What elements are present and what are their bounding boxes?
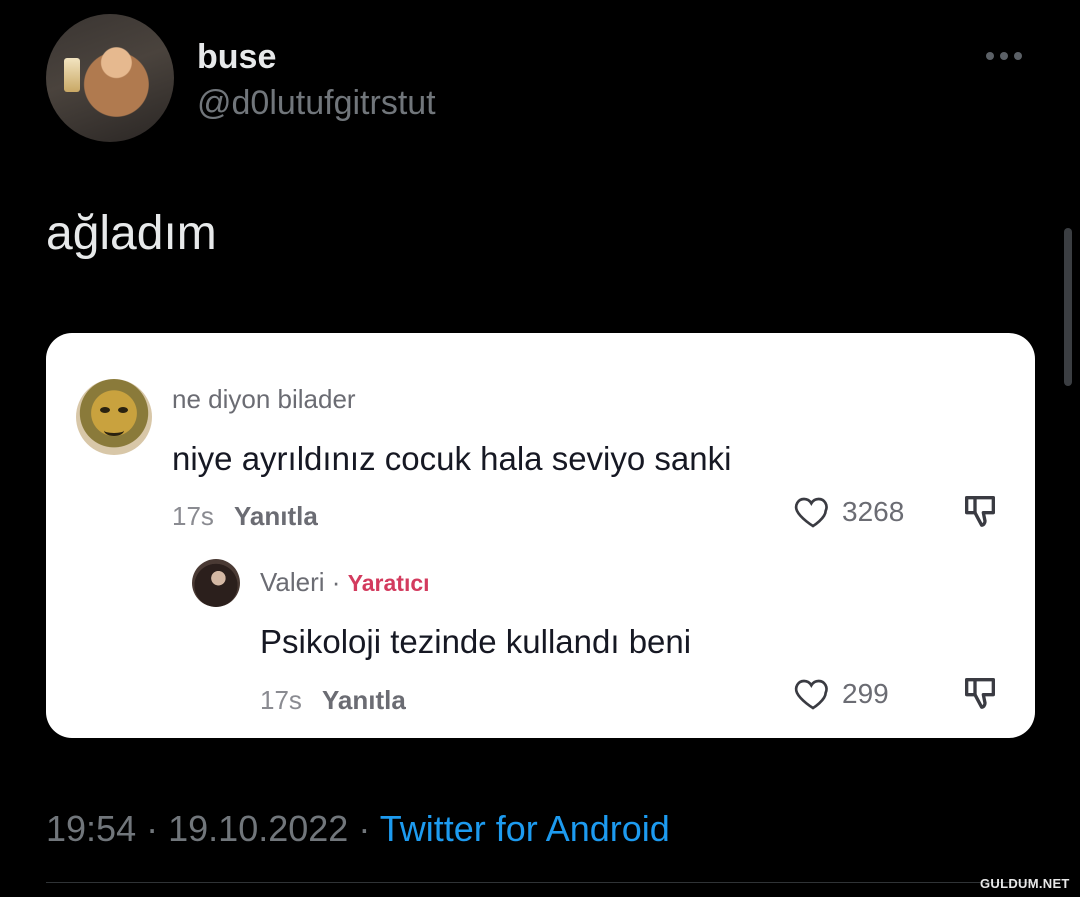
author-avatar[interactable]	[46, 14, 174, 142]
dislike-icon	[965, 496, 995, 527]
reply-text: Psikoloji tezinde kullandı beni	[260, 623, 692, 660]
separator: ·	[146, 808, 159, 849]
creator-badge: Yaratıcı	[347, 570, 430, 596]
separator: ·	[358, 808, 371, 849]
reply-time: 17s	[260, 685, 302, 715]
author-display-name[interactable]: buse	[197, 38, 276, 77]
reply-reply-link: Yanıtla	[322, 685, 406, 715]
divider	[46, 882, 1036, 883]
more-options-icon[interactable]	[986, 46, 1032, 66]
embedded-screenshot-card[interactable]: ne diyon bilader niye ayrıldınız cocuk h…	[46, 333, 1035, 738]
tweet-metadata: 19:54 · 19.10.2022 · Twitter for Android	[46, 808, 670, 850]
heart-icon	[794, 679, 828, 710]
tweet-time[interactable]: 19:54	[46, 808, 136, 849]
separator: ·	[331, 567, 341, 597]
reply-username-line: Valeri · Yaratıcı	[260, 567, 430, 598]
reply-username: Valeri	[260, 567, 325, 597]
tweet-source-link[interactable]: Twitter for Android	[380, 808, 670, 849]
watermark: GULDUM.NET	[980, 876, 1070, 891]
reply-avatar	[192, 559, 240, 607]
tweet-text: ağladım	[46, 207, 217, 260]
reply-like-count: 299	[842, 678, 889, 709]
comment-text: niye ayrıldınız cocuk hala seviyo sanki	[172, 440, 732, 477]
comment-like-count: 3268	[842, 496, 905, 527]
comment-username: ne diyon bilader	[172, 384, 356, 414]
comment-time: 17s	[172, 501, 214, 531]
tweet-date[interactable]: 19.10.2022	[168, 808, 348, 849]
dislike-icon	[965, 678, 995, 709]
commenter-avatar	[76, 379, 152, 455]
comment-reply-link: Yanıtla	[234, 501, 318, 531]
author-handle[interactable]: @d0lutufgitrstut	[197, 84, 436, 123]
heart-icon	[794, 497, 828, 528]
scrollbar[interactable]	[1064, 228, 1072, 386]
